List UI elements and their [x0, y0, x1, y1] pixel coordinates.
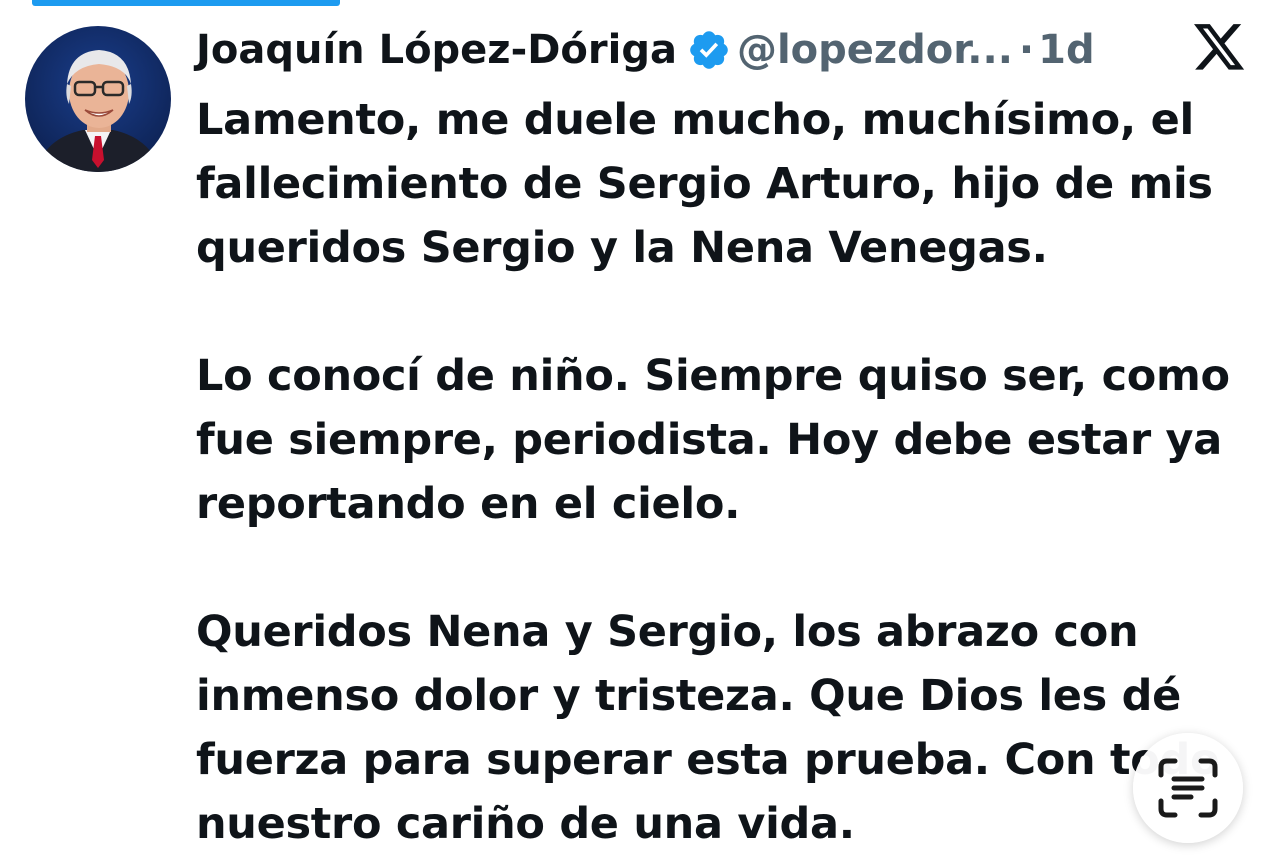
- author-display-name[interactable]: Joaquín López-Dóriga: [196, 22, 677, 78]
- x-logo-icon[interactable]: [1194, 24, 1246, 72]
- tweet-line: fallecimiento de Sergio Arturo, hijo de …: [196, 159, 1213, 209]
- tweet-line: inmenso dolor y tristeza. Que Dios les d…: [196, 671, 1181, 721]
- live-text-scan-icon: [1158, 758, 1218, 818]
- tweet-paragraph: Lo conocí de niño. Siempre quiso ser, co…: [196, 344, 1256, 536]
- author-handle[interactable]: @lopezdor...: [737, 22, 1013, 78]
- verified-badge-icon[interactable]: [687, 28, 731, 72]
- tweet-line: nuestro cariño de una vida.: [196, 799, 855, 849]
- tweet-text: Lamento, me duele mucho, muchísimo, el f…: [196, 88, 1256, 856]
- tweet-timestamp[interactable]: 1d: [1038, 22, 1094, 78]
- tweet-paragraph: Lamento, me duele mucho, muchísimo, el f…: [196, 88, 1256, 280]
- tweet-line: reportando en el cielo.: [196, 479, 741, 529]
- tweet-line: Lamento, me duele mucho, muchísimo, el: [196, 95, 1194, 145]
- tab-indicator: [32, 0, 340, 6]
- tweet-paragraph: Queridos Nena y Sergio, los abrazo con i…: [196, 600, 1256, 856]
- separator-dot: ·: [1018, 27, 1035, 73]
- tweet-line: Lo conocí de niño. Siempre quiso ser, co…: [196, 351, 1230, 401]
- avatar[interactable]: [25, 26, 171, 172]
- tweet-line: queridos Sergio y la Nena Venegas.: [196, 223, 1048, 273]
- tweet-line: Queridos Nena y Sergio, los abrazo con: [196, 607, 1139, 657]
- avatar-image: [25, 26, 171, 172]
- tweet-line: fuerza para superar esta prueba. Con tod…: [196, 735, 1220, 785]
- live-text-button[interactable]: [1133, 733, 1243, 843]
- tweet-header: Joaquín López-Dóriga @lopezdor... · 1d: [196, 22, 1095, 78]
- tweet-line: fue siempre, periodista. Hoy debe estar …: [196, 415, 1222, 465]
